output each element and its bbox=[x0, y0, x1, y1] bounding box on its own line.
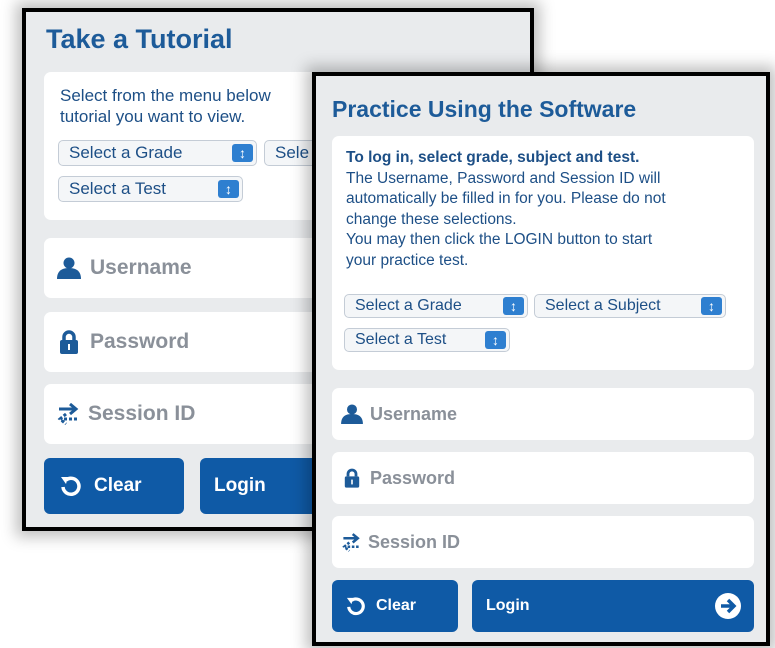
tutorial-title: Take a Tutorial bbox=[46, 24, 233, 54]
tutorial-test-select[interactable]: Select a Test ↕ bbox=[58, 176, 243, 202]
practice-grade-select-label: Select a Grade bbox=[355, 297, 462, 314]
practice-test-select[interactable]: Select a Test ↕ bbox=[344, 328, 510, 352]
up-down-arrow-icon: ↕ bbox=[218, 180, 239, 198]
tutorial-subject-select-label: Sele bbox=[275, 143, 310, 162]
tutorial-instructions: Select from the menu below tutorial you … bbox=[60, 85, 271, 127]
tutorial-grade-select-label: Select a Grade bbox=[69, 143, 183, 162]
tutorial-instructions-line-2: tutorial you want to view. bbox=[60, 107, 246, 126]
practice-instructions-line-1: The Username, Password and Session ID wi… bbox=[346, 169, 661, 187]
tutorial-clear-button[interactable]: Clear bbox=[44, 458, 184, 514]
up-down-arrow-icon: ↕ bbox=[232, 144, 253, 162]
practice-username-field[interactable]: Username bbox=[332, 388, 754, 440]
tutorial-password-placeholder: Password bbox=[90, 330, 190, 353]
practice-clear-button[interactable]: Clear bbox=[332, 580, 458, 632]
practice-panel: Practice Using the Software To log in, s… bbox=[312, 72, 770, 646]
practice-instructions-bold: To log in, select grade, subject and tes… bbox=[346, 149, 640, 166]
swap-arrows-icon bbox=[338, 531, 364, 553]
practice-instructions-line-5: your practice test. bbox=[346, 251, 469, 269]
arrow-right-circle-icon bbox=[714, 592, 742, 620]
practice-instructions-card: To log in, select grade, subject and tes… bbox=[332, 136, 754, 370]
practice-username-placeholder: Username bbox=[370, 403, 458, 424]
refresh-icon bbox=[346, 596, 366, 616]
lock-icon bbox=[56, 329, 82, 355]
practice-login-label: Login bbox=[486, 597, 530, 614]
refresh-icon bbox=[60, 475, 82, 497]
up-down-arrow-icon: ↕ bbox=[701, 297, 722, 315]
practice-title: Practice Using the Software bbox=[332, 96, 637, 122]
swap-arrows-icon bbox=[54, 401, 82, 427]
practice-session-placeholder: Session ID bbox=[368, 531, 461, 552]
practice-instructions: To log in, select grade, subject and tes… bbox=[346, 148, 666, 271]
user-icon bbox=[56, 255, 82, 281]
practice-clear-label: Clear bbox=[376, 597, 417, 614]
tutorial-login-label: Login bbox=[214, 475, 266, 496]
practice-instructions-line-4: You may then click the LOGIN button to s… bbox=[346, 231, 653, 248]
practice-subject-select[interactable]: Select a Subject ↕ bbox=[534, 294, 726, 318]
user-icon bbox=[340, 403, 364, 425]
lock-icon bbox=[340, 467, 364, 489]
practice-session-field[interactable]: Session ID bbox=[332, 516, 754, 568]
tutorial-test-select-label: Select a Test bbox=[69, 179, 167, 198]
practice-test-select-label: Select a Test bbox=[355, 331, 447, 348]
tutorial-username-placeholder: Username bbox=[90, 256, 192, 279]
tutorial-grade-select[interactable]: Select a Grade ↕ bbox=[58, 140, 257, 166]
up-down-arrow-icon: ↕ bbox=[485, 331, 506, 349]
tutorial-session-placeholder: Session ID bbox=[88, 402, 196, 425]
tutorial-clear-label: Clear bbox=[94, 475, 142, 496]
up-down-arrow-icon: ↕ bbox=[503, 297, 524, 315]
practice-password-placeholder: Password bbox=[370, 467, 456, 488]
tutorial-instructions-line-1: Select from the menu below bbox=[60, 86, 271, 105]
practice-password-field[interactable]: Password bbox=[332, 452, 754, 504]
practice-grade-select[interactable]: Select a Grade ↕ bbox=[344, 294, 528, 318]
practice-login-button[interactable]: Login bbox=[472, 580, 754, 632]
practice-subject-select-label: Select a Subject bbox=[545, 297, 661, 314]
practice-instructions-line-3: change these selections. bbox=[346, 210, 517, 228]
practice-instructions-line-2: automatically be filled in for you. Plea… bbox=[346, 190, 666, 207]
